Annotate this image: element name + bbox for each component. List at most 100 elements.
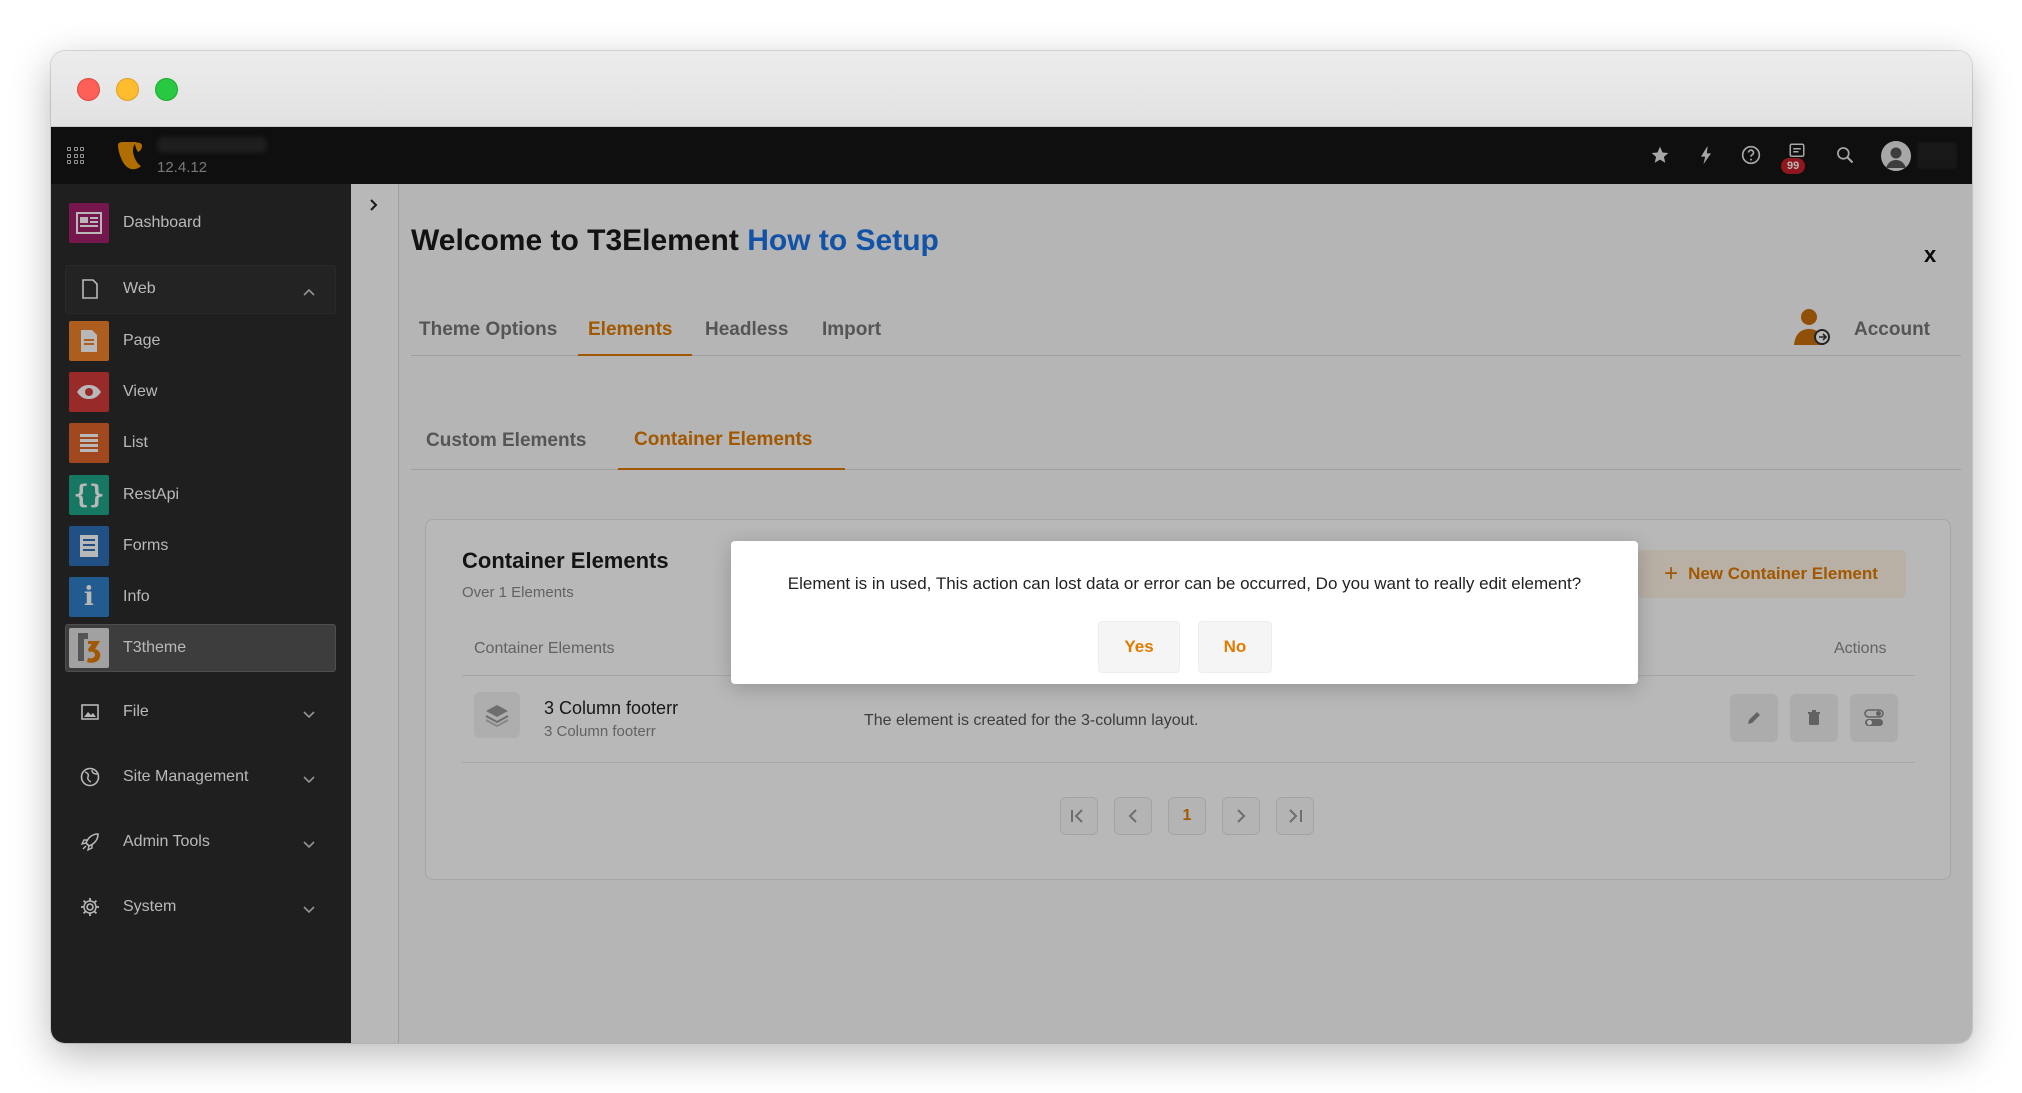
next-page-icon[interactable] bbox=[1222, 797, 1260, 835]
table-divider bbox=[462, 762, 1915, 763]
chevron-down-icon bbox=[303, 771, 315, 789]
page-title: Welcome to T3Element How to Setup bbox=[411, 224, 939, 258]
main-tabs: Theme Options Elements Headless Import bbox=[411, 301, 1961, 356]
last-page-icon[interactable] bbox=[1276, 797, 1314, 835]
sidebar-item-page[interactable]: Page bbox=[65, 317, 335, 365]
typo3-logo-icon[interactable] bbox=[116, 141, 144, 176]
new-button-label: New Container Element bbox=[1688, 564, 1878, 583]
first-page-icon[interactable] bbox=[1060, 797, 1098, 835]
plus-icon: + bbox=[1664, 560, 1679, 587]
close-window-button[interactable] bbox=[77, 78, 100, 101]
rocket-icon bbox=[79, 831, 101, 853]
close-button[interactable]: x bbox=[1924, 242, 1936, 268]
sidebar-item-restapi[interactable]: {} RestApi bbox=[65, 471, 335, 519]
row-description: The element is created for the 3-column … bbox=[864, 712, 1199, 729]
subtab-container-elements[interactable]: Container Elements bbox=[634, 429, 812, 451]
flush-cache-bolt-icon[interactable] bbox=[1694, 143, 1718, 167]
edit-pencil-icon[interactable] bbox=[1730, 694, 1778, 742]
yes-button[interactable]: Yes bbox=[1098, 621, 1180, 673]
sidebar-item-label: File bbox=[123, 703, 149, 720]
window-titlebar bbox=[51, 51, 1972, 127]
column-header-actions: Actions bbox=[1834, 640, 1887, 657]
tab-theme-options[interactable]: Theme Options bbox=[419, 319, 557, 341]
page-outline-icon bbox=[79, 278, 101, 300]
sidebar-item-label: Admin Tools bbox=[123, 833, 210, 850]
browser-window: 12.4.12 99 Dashboard Web Page View List … bbox=[51, 51, 1972, 1043]
column-header-name: Container Elements bbox=[474, 640, 615, 657]
form-icon bbox=[69, 526, 109, 566]
card-title: Container Elements bbox=[462, 548, 669, 573]
sidebar-item-label: RestApi bbox=[123, 486, 180, 503]
account-user-icon[interactable] bbox=[1792, 307, 1832, 352]
sidebar-item-web[interactable]: Web bbox=[65, 265, 335, 313]
site-name-blurred bbox=[157, 137, 267, 153]
chevron-up-icon bbox=[303, 283, 315, 301]
sidebar-item-t3theme[interactable]: T3theme bbox=[65, 624, 335, 672]
page-title-text: Welcome to T3Element bbox=[411, 224, 739, 257]
braces-icon: {} bbox=[69, 475, 109, 515]
page-number-button[interactable]: 1 bbox=[1168, 797, 1206, 835]
sidebar-item-label: Site Management bbox=[123, 768, 249, 785]
sidebar-item-label: Forms bbox=[123, 537, 169, 554]
row-title[interactable]: 3 Column footerr bbox=[544, 698, 678, 719]
typo3-topbar: 12.4.12 99 bbox=[51, 127, 1972, 184]
typo3-version: 12.4.12 bbox=[157, 159, 208, 176]
sidebar-item-label: System bbox=[123, 898, 177, 915]
layers-icon bbox=[474, 692, 520, 738]
chevron-right-icon[interactable] bbox=[369, 198, 379, 217]
tab-import[interactable]: Import bbox=[822, 319, 881, 341]
chevron-down-icon bbox=[303, 901, 315, 919]
gear-icon bbox=[79, 896, 101, 918]
sidebar-item-system[interactable]: System bbox=[65, 883, 335, 931]
toggle-switch-icon[interactable] bbox=[1850, 694, 1898, 742]
sidebar-item-admin-tools[interactable]: Admin Tools bbox=[65, 818, 335, 866]
maximize-window-button[interactable] bbox=[155, 78, 178, 101]
sidebar-item-view[interactable]: View bbox=[65, 368, 335, 416]
sidebar-item-label: Page bbox=[123, 332, 161, 349]
sidebar-item-label: Web bbox=[123, 280, 156, 297]
page-icon bbox=[69, 321, 109, 361]
previous-page-icon[interactable] bbox=[1114, 797, 1152, 835]
account-link[interactable]: Account bbox=[1854, 319, 1930, 341]
dialog-message: Element is in used, This action can lost… bbox=[787, 574, 1582, 593]
tab-headless[interactable]: Headless bbox=[705, 319, 788, 341]
delete-trash-icon[interactable] bbox=[1790, 694, 1838, 742]
how-to-setup-link[interactable]: How to Setup bbox=[747, 224, 939, 257]
subtab-custom-elements[interactable]: Custom Elements bbox=[426, 430, 586, 452]
no-button[interactable]: No bbox=[1198, 621, 1272, 673]
chevron-down-icon bbox=[303, 706, 315, 724]
sidebar-item-site-management[interactable]: Site Management bbox=[65, 753, 335, 801]
sidebar-item-info[interactable]: i Info bbox=[65, 573, 335, 621]
search-icon[interactable] bbox=[1833, 143, 1857, 167]
tab-elements[interactable]: Elements bbox=[588, 319, 672, 341]
chevron-down-icon bbox=[303, 836, 315, 854]
sidebar-item-label: Dashboard bbox=[123, 214, 202, 231]
new-container-element-button[interactable]: + New Container Element bbox=[1636, 550, 1906, 598]
user-avatar-icon[interactable] bbox=[1881, 141, 1911, 171]
minimize-window-button[interactable] bbox=[116, 78, 139, 101]
module-sidebar: Dashboard Web Page View List {} RestApi … bbox=[51, 184, 351, 1043]
info-icon: i bbox=[69, 577, 109, 617]
element-subtabs: Custom Elements Container Elements bbox=[411, 404, 1961, 470]
active-subtab-indicator bbox=[618, 468, 845, 470]
sidebar-item-label: Info bbox=[123, 588, 150, 605]
globe-icon bbox=[79, 766, 101, 788]
active-tab-indicator bbox=[578, 354, 692, 356]
notification-count-badge: 99 bbox=[1781, 158, 1806, 174]
bookmark-star-icon[interactable] bbox=[1648, 143, 1672, 167]
tree-collapse-column bbox=[351, 184, 399, 1043]
sidebar-item-dashboard[interactable]: Dashboard bbox=[65, 199, 335, 247]
card-subtitle: Over 1 Elements bbox=[462, 584, 574, 601]
t3theme-icon bbox=[69, 628, 109, 668]
sidebar-item-forms[interactable]: Forms bbox=[65, 522, 335, 570]
help-icon[interactable] bbox=[1739, 143, 1763, 167]
sidebar-item-label: View bbox=[123, 383, 158, 400]
sidebar-item-list[interactable]: List bbox=[65, 419, 335, 467]
image-icon bbox=[79, 701, 101, 723]
username-blurred[interactable] bbox=[1917, 142, 1957, 169]
sidebar-item-file[interactable]: File bbox=[65, 688, 335, 736]
sidebar-item-label: T3theme bbox=[123, 639, 187, 656]
module-menu-grid-icon[interactable] bbox=[67, 147, 84, 164]
dashboard-icon bbox=[69, 203, 109, 243]
eye-icon bbox=[69, 372, 109, 412]
